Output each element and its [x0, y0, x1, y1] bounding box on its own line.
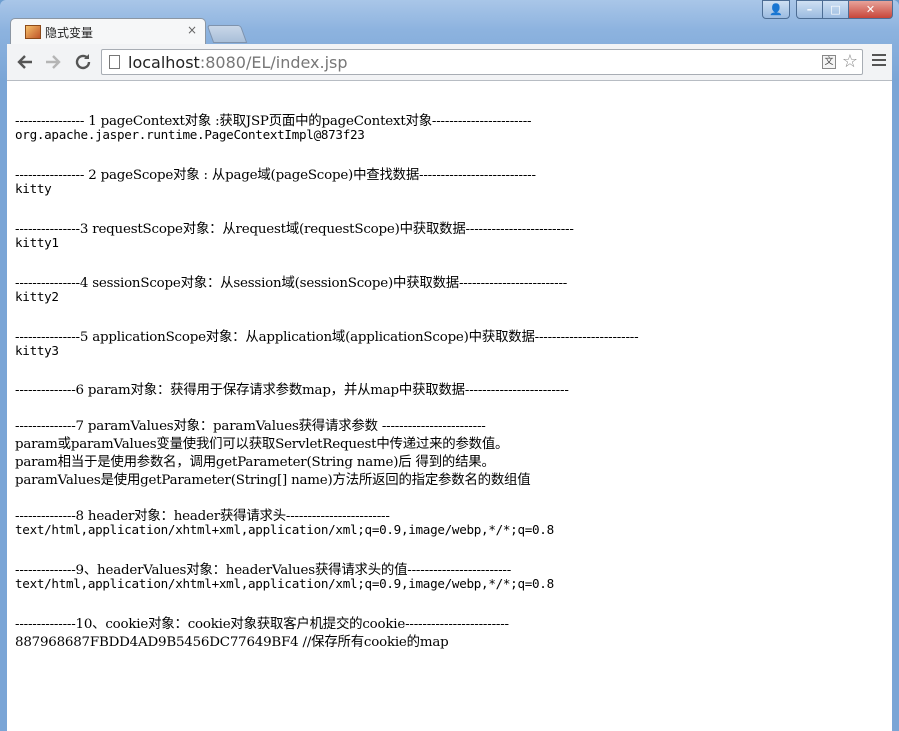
section-9-heading: --------------9、headerValues对象：headerVal…	[15, 563, 512, 578]
page-content: ---------------- 1 pageContext对象 :获取JSP页…	[7, 81, 892, 731]
param-description-2: param相当于是使用参数名，调用getParameter(String nam…	[15, 455, 495, 470]
forward-arrow-icon	[46, 55, 61, 69]
request-scope-value: kitty1	[15, 235, 59, 250]
url-text[interactable]: localhost:8080/EL/index.jsp	[128, 53, 348, 72]
section-1-heading: ---------------- 1 pageContext对象 :获取JSP页…	[15, 114, 532, 129]
page-icon	[109, 55, 120, 69]
tab-favicon-icon	[25, 25, 41, 39]
session-scope-value: kitty2	[15, 289, 59, 304]
section-7-heading: --------------7 paramValues对象：paramValue…	[15, 419, 486, 434]
close-window-button[interactable]: ✕	[849, 0, 893, 19]
cookie-value: 887968687FBDD4AD9B5456DC77649BF4 //保存所有c…	[15, 635, 449, 650]
user-icon: 👤	[769, 3, 783, 16]
section-8-heading: --------------8 header对象：header获得请求头----…	[15, 509, 390, 524]
back-arrow-icon	[17, 55, 32, 69]
address-bar[interactable]: localhost:8080/EL/index.jsp 文 ☆	[101, 49, 863, 75]
new-tab-button[interactable]	[206, 25, 248, 43]
browser-window: 👤 – □ ✕ 隐式变量 × localhost:8080/EL/index.j…	[0, 0, 899, 731]
param-description-3: paramValues是使用getParameter(String[] name…	[15, 473, 531, 488]
minimize-button[interactable]: –	[796, 0, 823, 19]
maximize-button[interactable]: □	[823, 0, 849, 19]
page-scope-value: kitty	[15, 181, 52, 196]
header-value: text/html,application/xhtml+xml,applicat…	[15, 522, 554, 537]
page-context-value: org.apache.jasper.runtime.PageContextImp…	[15, 127, 365, 142]
menu-icon[interactable]	[872, 54, 886, 70]
tab-close-icon[interactable]: ×	[187, 23, 197, 37]
reload-button[interactable]	[71, 51, 95, 73]
active-tab[interactable]: 隐式变量 ×	[10, 18, 206, 44]
user-profile-button[interactable]: 👤	[762, 0, 790, 19]
forward-button[interactable]	[41, 51, 65, 73]
section-4-heading: ---------------4 sessionScope对象：从session…	[15, 276, 568, 291]
tab-title: 隐式变量	[45, 26, 94, 40]
browser-toolbar: localhost:8080/EL/index.jsp 文 ☆	[7, 44, 892, 81]
section-3-heading: ---------------3 requestScope对象：从request…	[15, 222, 574, 237]
application-scope-value: kitty3	[15, 343, 59, 358]
section-2-heading: ---------------- 2 pageScope对象 : 从page域(…	[15, 168, 536, 183]
param-description-1: param或paramValues变量使我们可以获取ServletRequest…	[15, 437, 509, 452]
back-button[interactable]	[13, 51, 37, 73]
translate-icon[interactable]: 文	[822, 55, 836, 69]
window-controls: 👤 – □ ✕	[762, 0, 893, 19]
section-5-heading: ---------------5 applicationScope对象：从app…	[15, 330, 639, 345]
header-values-value: text/html,application/xhtml+xml,applicat…	[15, 576, 554, 591]
bookmark-star-icon[interactable]: ☆	[842, 51, 858, 72]
reload-icon	[75, 54, 91, 70]
section-10-heading: --------------10、cookie对象：cookie对象获取客户机提…	[15, 617, 509, 632]
section-6-heading: --------------6 param对象：获得用于保存请求参数map，并从…	[15, 383, 569, 398]
